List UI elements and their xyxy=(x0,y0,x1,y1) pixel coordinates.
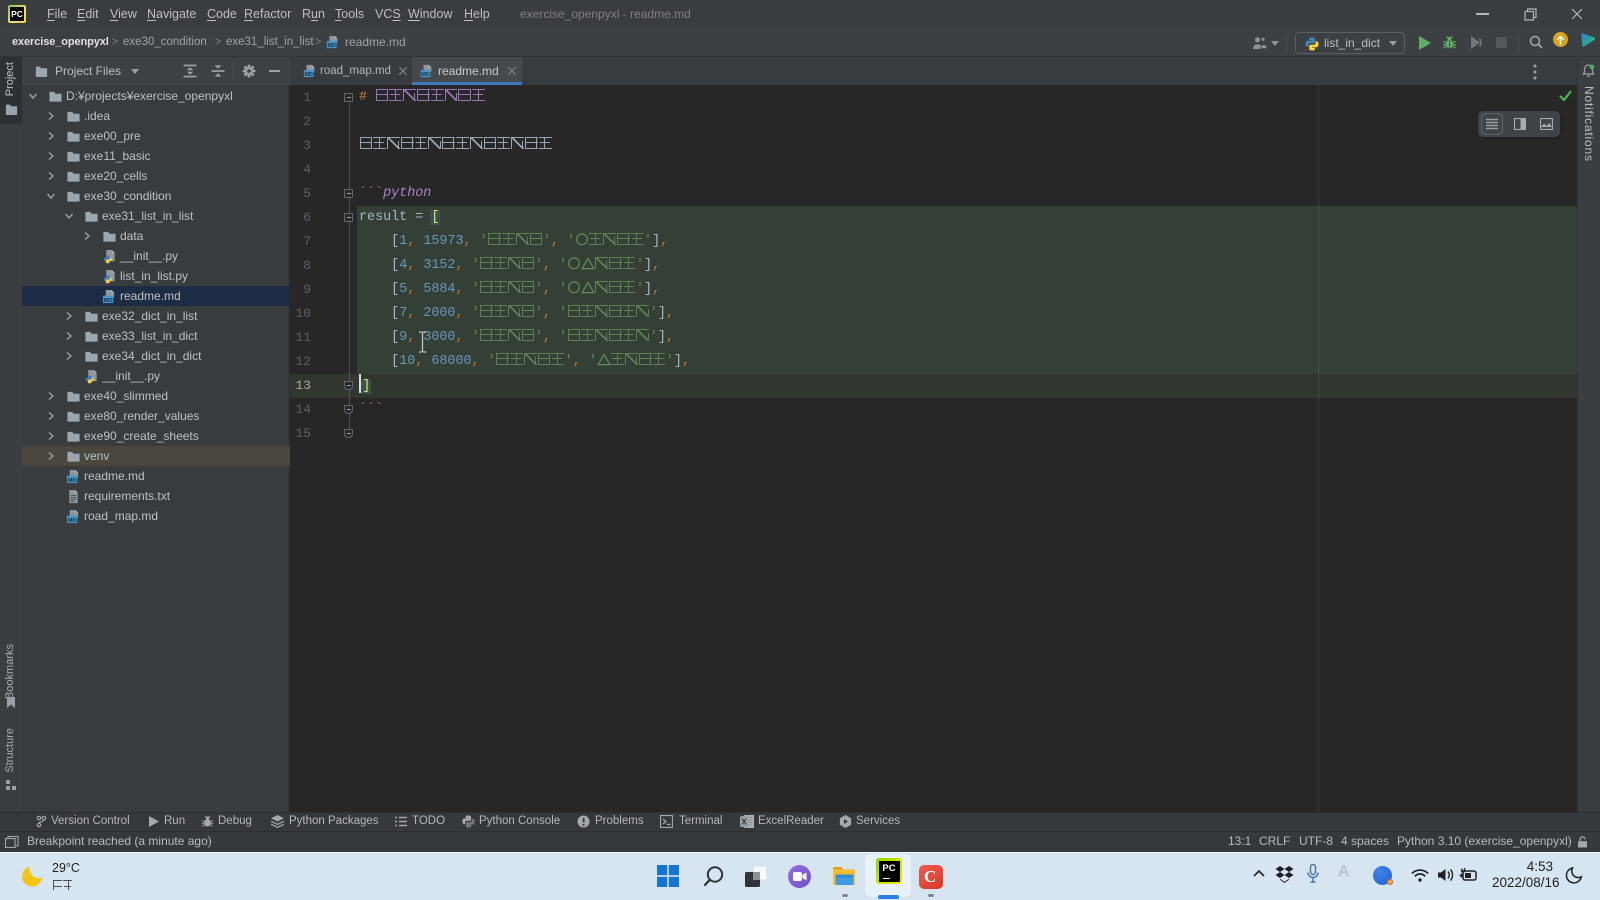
svg-text:MD: MD xyxy=(421,72,430,78)
svg-text:MD: MD xyxy=(327,43,336,49)
svg-text:MD: MD xyxy=(104,297,113,303)
svg-text:MD: MD xyxy=(68,517,77,523)
svg-text:X: X xyxy=(741,817,747,827)
svg-text:MD: MD xyxy=(68,477,77,483)
svg-text:MD: MD xyxy=(304,72,313,78)
